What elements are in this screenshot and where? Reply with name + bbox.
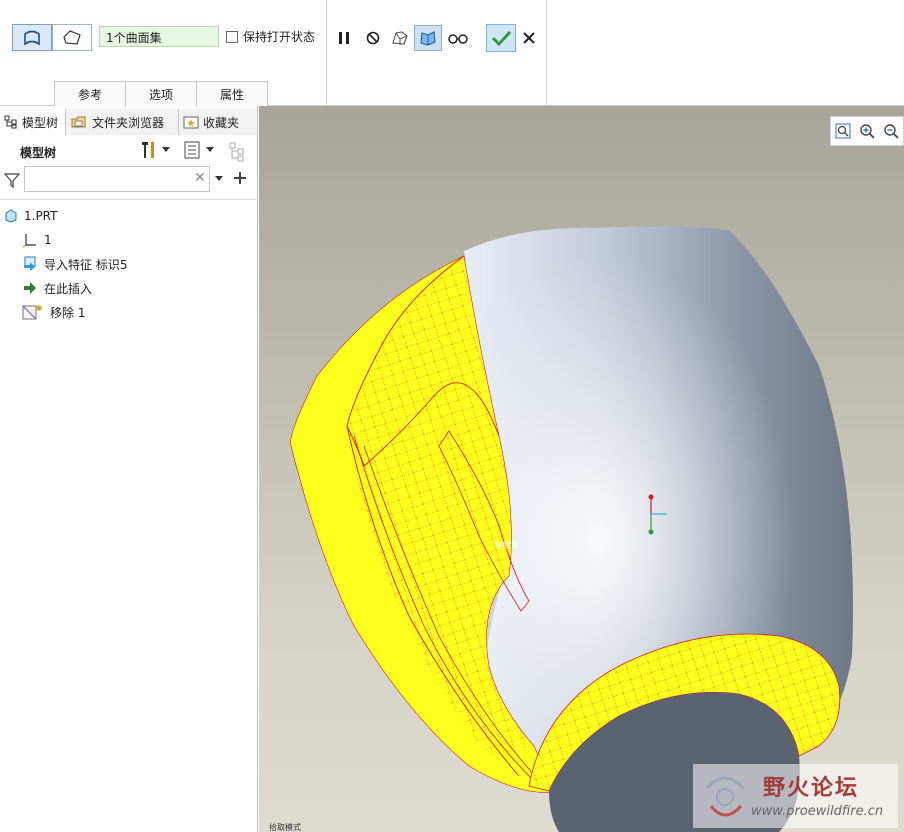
tab-model-tree[interactable]: 模型树 <box>0 109 66 135</box>
wildfire-logo-icon <box>705 776 745 817</box>
model-render[interactable] <box>259 106 904 832</box>
folder-icon <box>71 116 86 128</box>
tree-item-label: 1 <box>44 233 52 247</box>
pause-icon <box>339 32 349 44</box>
cancel-button[interactable] <box>517 26 541 50</box>
chevron-down-icon <box>162 147 170 152</box>
tab-favorites[interactable]: 收藏夹 <box>179 109 258 135</box>
watermark-title: 野火论坛 <box>763 776 860 801</box>
tab-label: 模型树 <box>22 115 59 130</box>
verify-button[interactable] <box>446 26 470 50</box>
tab-folder-browser[interactable]: 文件夹浏览器 <box>66 109 179 135</box>
feature-preview-icon <box>420 31 436 46</box>
tree-item-import-feature[interactable]: 导入特征 标识5 <box>0 252 258 276</box>
keep-open-label: 保持打开状态 <box>243 30 316 44</box>
viewport-status-label: 拾取模式 <box>269 823 301 832</box>
ok-button[interactable] <box>486 24 516 52</box>
settings-dropdown[interactable] <box>140 140 170 160</box>
import-feature-icon <box>24 256 36 271</box>
dashboard-ribbon: 1个曲面集 保持打开状态 参考 选项 属性 <box>0 0 904 106</box>
clear-search-icon[interactable]: ✕ <box>194 170 206 186</box>
tab-properties[interactable]: 属性 <box>196 81 268 106</box>
surface-set-collector[interactable]: 1个曲面集 <box>99 26 219 47</box>
tree-item-label: 导入特征 标识5 <box>44 257 128 272</box>
tree-item-part[interactable]: 1.PRT <box>0 204 258 228</box>
no-preview-button[interactable] <box>361 26 385 50</box>
navigator-tabs: 模型树 文件夹浏览器 收藏夹 <box>0 109 258 135</box>
model-tree-toolbar: 模型树 <box>0 140 258 164</box>
model-tree: 1.PRT 1 导入特征 标识5 在此插入 移除 1 <box>0 199 258 324</box>
checkbox-box[interactable] <box>226 30 238 43</box>
remove-feature-icon <box>22 305 42 320</box>
no-preview-icon <box>366 31 380 45</box>
list-view-icon <box>184 141 200 159</box>
tree-item-insert-here[interactable]: 在此插入 <box>0 276 258 300</box>
tree-item-label: 在此插入 <box>44 281 93 296</box>
feature-preview-button[interactable] <box>414 25 442 51</box>
add-filter-icon[interactable] <box>233 171 247 185</box>
tree-filter-options-button[interactable] <box>228 142 250 165</box>
tab-references[interactable]: 参考 <box>54 81 126 106</box>
ribbon-divider <box>326 0 327 106</box>
pause-button[interactable] <box>332 26 356 50</box>
insert-arrow-icon <box>24 282 36 294</box>
forum-watermark: 野火论坛 www.proewildfire.cn <box>693 764 898 828</box>
watermark-url: www.proewildfire.cn <box>751 804 884 819</box>
chevron-down-icon <box>206 147 214 152</box>
tree-item-label: 移除 1 <box>50 305 86 320</box>
tree-item-label: 1.PRT <box>24 209 58 223</box>
model-annotation: 移除集 <box>495 541 519 550</box>
navigator-panel: 模型树 文件夹浏览器 收藏夹 模型树 ✕ 1.PRT 1 导入特征 标识5 在此… <box>0 106 258 832</box>
surface-mode-button[interactable] <box>12 24 52 51</box>
chevron-down-icon[interactable] <box>215 176 223 182</box>
model-tree-title: 模型树 <box>20 146 57 160</box>
glasses-icon <box>448 34 468 44</box>
tree-item-coordinate-system[interactable]: 1 <box>0 228 258 252</box>
tools-icon <box>142 142 154 158</box>
tree-icon <box>4 115 17 129</box>
close-icon <box>523 32 535 44</box>
filter-icon <box>4 173 20 188</box>
ribbon-divider <box>546 0 547 106</box>
tree-search-input[interactable] <box>24 166 210 192</box>
coordinate-system-icon <box>22 234 36 248</box>
tree-settings-icon <box>229 142 244 162</box>
geometry-preview-icon <box>392 31 408 45</box>
show-dropdown[interactable] <box>184 140 214 160</box>
tree-item-remove[interactable]: 移除 1 <box>0 300 258 324</box>
quilt-icon <box>63 29 81 45</box>
part-icon <box>5 209 17 223</box>
tab-options[interactable]: 选项 <box>125 81 197 106</box>
checkmark-icon <box>491 30 512 47</box>
surface-icon <box>24 30 40 46</box>
tab-label: 文件夹浏览器 <box>92 115 165 130</box>
tree-search-bar: ✕ <box>0 164 258 198</box>
keep-open-checkbox[interactable]: 保持打开状态 <box>226 28 315 45</box>
favorites-icon <box>183 116 199 129</box>
ribbon-tabs: 参考 选项 属性 <box>54 81 268 106</box>
quilt-mode-button[interactable] <box>52 24 92 51</box>
geometry-preview-button[interactable] <box>388 26 412 50</box>
graphics-viewport[interactable]: 移除集 拾取模式 野火论坛 www.proewildfire.cn <box>259 106 904 832</box>
tab-label: 收藏夹 <box>203 115 240 130</box>
